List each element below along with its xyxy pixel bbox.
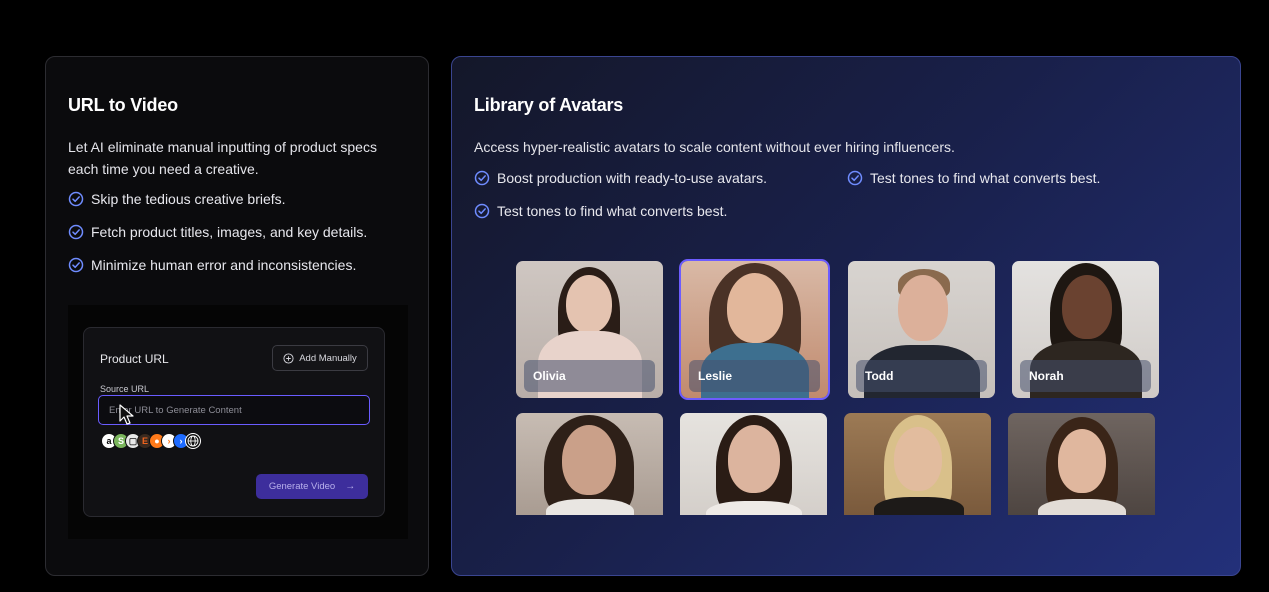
arrow-right-icon: → [345, 481, 356, 492]
bullet-text: Test tones to find what converts best. [497, 203, 728, 219]
generate-video-button[interactable]: Generate Video → [256, 474, 368, 499]
check-circle-icon [68, 224, 84, 240]
bullet-item: Test tones to find what converts best. [847, 170, 1100, 186]
check-circle-icon [474, 203, 490, 219]
mouse-pointer-icon [119, 404, 134, 425]
avatar-card-todd[interactable]: Todd [848, 261, 995, 398]
source-url-label: Source URL [100, 384, 150, 394]
avatar-card[interactable] [516, 413, 663, 515]
card-title: URL to Video [68, 95, 178, 115]
avatar-card-norah[interactable]: Norah [1012, 261, 1159, 398]
platform-logos: a S ▢ E ● › › [101, 433, 201, 449]
avatar-name: Leslie [689, 360, 820, 392]
avatar-name: Norah [1020, 360, 1151, 392]
bullet-item: Test tones to find what converts best. [474, 203, 727, 219]
avatar-card[interactable] [844, 413, 991, 515]
check-circle-icon [847, 170, 863, 186]
avatar-card[interactable] [680, 413, 827, 515]
product-url-panel: Product URL Add Manually Source URL a S … [83, 327, 385, 517]
bullet-item: Boost production with ready-to-use avata… [474, 170, 767, 186]
bullet-text: Minimize human error and inconsistencies… [91, 257, 357, 273]
bullet-item: Fetch product titles, images, and key de… [68, 224, 367, 240]
card-description: Let AI eliminate manual inputting of pro… [68, 139, 377, 177]
bullet-text: Boost production with ready-to-use avata… [497, 170, 768, 186]
check-circle-icon [68, 257, 84, 273]
avatar-card-leslie[interactable]: Leslie [679, 259, 830, 400]
avatar-card[interactable] [1008, 413, 1155, 515]
check-circle-icon [474, 170, 490, 186]
url-to-video-card: URL to Video Let AI eliminate manual inp… [45, 56, 429, 576]
bullet-text: Fetch product titles, images, and key de… [91, 224, 368, 240]
library-of-avatars-card: Library of Avatars Access hyper-realisti… [451, 56, 1241, 576]
add-manually-button[interactable]: Add Manually [272, 345, 368, 371]
avatar-name: Todd [856, 360, 987, 392]
bullet-text: Test tones to find what converts best. [870, 170, 1101, 186]
bullet-item: Skip the tedious creative briefs. [68, 191, 286, 207]
avatar-name: Olivia [524, 360, 655, 392]
bullet-item: Minimize human error and inconsistencies… [68, 257, 356, 273]
globe-icon [185, 433, 201, 449]
add-manually-label: Add Manually [299, 352, 357, 364]
panel-title: Product URL [100, 352, 169, 366]
card-title: Library of Avatars [474, 95, 624, 115]
bullet-text: Skip the tedious creative briefs. [91, 191, 286, 207]
source-url-input[interactable] [98, 395, 370, 425]
plus-circle-icon [283, 352, 294, 364]
generate-video-label: Generate Video [268, 481, 336, 492]
avatar-card-olivia[interactable]: Olivia [516, 261, 663, 398]
check-circle-icon [68, 191, 84, 207]
card-description: Access hyper-realistic avatars to scale … [474, 139, 955, 155]
